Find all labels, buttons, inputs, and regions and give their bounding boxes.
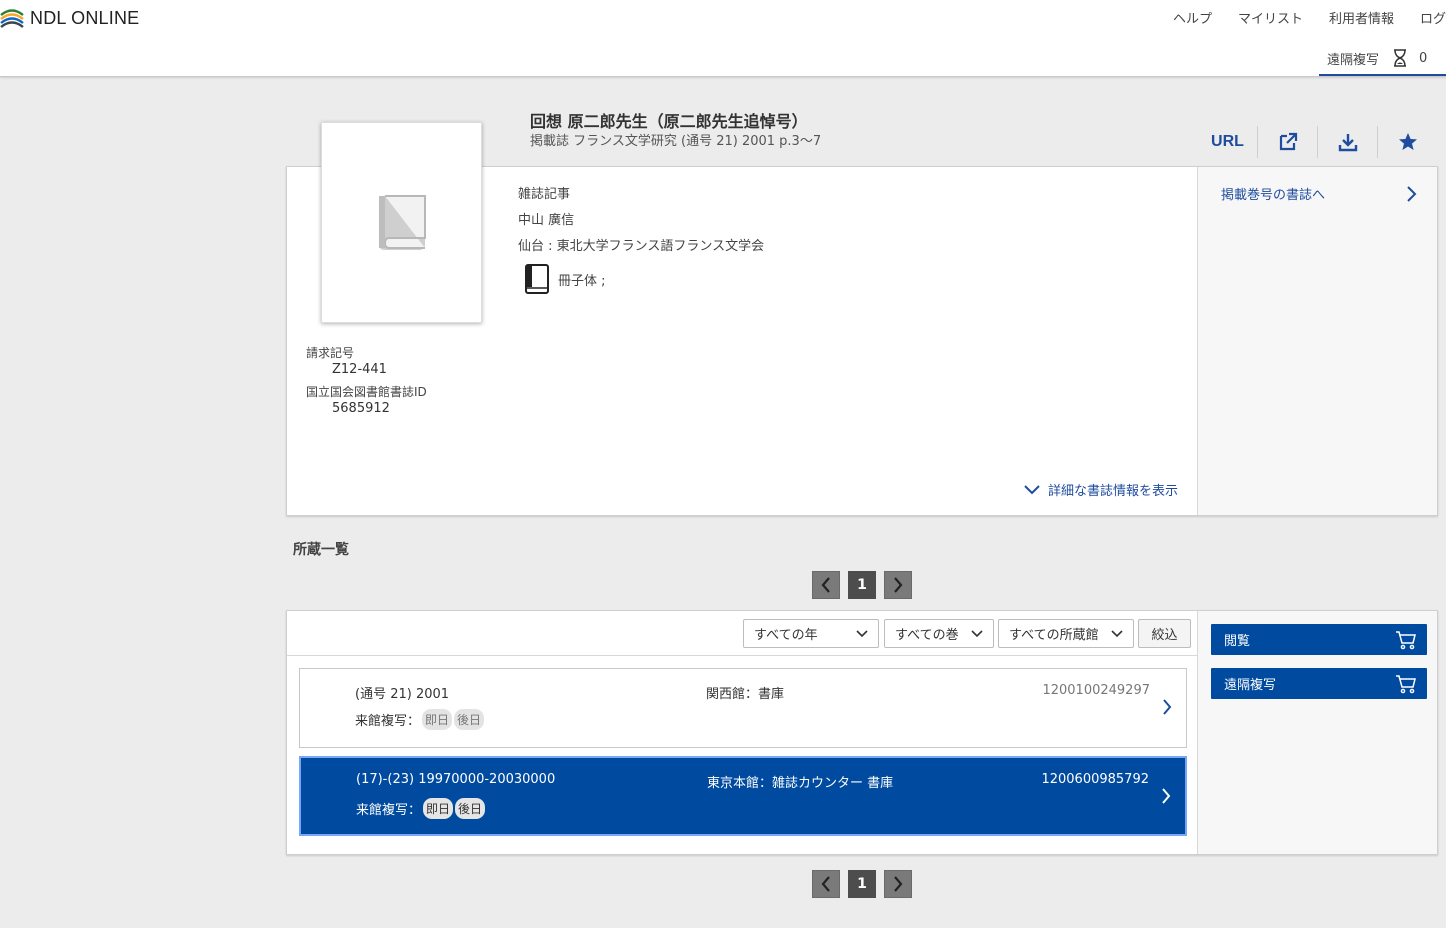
cart-icon xyxy=(1396,630,1416,649)
holding-row[interactable]: (通号 21) 2001 関西館：書庫 1200100249297 来館複写： … xyxy=(299,668,1187,748)
external-link-button[interactable] xyxy=(1258,126,1318,158)
holding-barcode: 1200100249297 xyxy=(1042,683,1150,698)
item-publisher: 仙台 : 東北大学フランス語フランス文学会 xyxy=(518,239,765,254)
chevron-right-icon xyxy=(1162,788,1171,804)
pager-current-page[interactable]: 1 xyxy=(848,571,876,599)
download-button[interactable] xyxy=(1318,126,1378,158)
nav-mylist[interactable]: マイリスト xyxy=(1238,8,1303,27)
holdings-title: 所蔵一覧 xyxy=(293,542,349,558)
download-icon xyxy=(1338,134,1357,152)
volume-bib-link[interactable]: 掲載巻号の書誌へ xyxy=(1221,184,1417,203)
onsite-copy: 来館複写： 即日 後日 xyxy=(355,709,485,730)
holding-location: 関西館：書庫 xyxy=(706,687,785,702)
panel-side-column xyxy=(1198,167,1437,515)
chevron-right-icon xyxy=(894,577,903,593)
url-label: URL xyxy=(1211,133,1244,150)
pager-current-page[interactable]: 1 xyxy=(848,870,876,898)
tag-same-day: 即日 xyxy=(423,798,454,819)
onsite-copy-label: 来館複写： xyxy=(356,803,422,818)
remote-copy-tab[interactable]: 遠隔複写 0 xyxy=(1319,42,1446,76)
pager-top: 1 xyxy=(812,571,920,599)
action-toolbar: URL xyxy=(1198,126,1438,158)
chevron-down-icon xyxy=(971,629,983,637)
call-number-block: 請求記号 Z12-441 国立国会図書館書誌ID 5685912 xyxy=(306,344,427,422)
onsite-copy-label: 来館複写： xyxy=(355,714,421,729)
library-select[interactable]: すべての所蔵館 xyxy=(998,619,1134,648)
page-subtitle: 掲載誌 フランス文学研究 (通号 21) 2001 p.3〜7 xyxy=(530,134,822,149)
external-link-icon xyxy=(1279,132,1297,151)
nav-login[interactable]: ログ xyxy=(1420,8,1446,27)
chevron-right-icon xyxy=(894,876,903,892)
remote-copy-button[interactable]: 遠隔複写 xyxy=(1211,668,1427,699)
item-form-label: 冊子体 ; xyxy=(558,273,606,289)
cart-icon xyxy=(1396,674,1416,693)
pager-bottom: 1 xyxy=(812,870,920,898)
holding-location: 東京本館：雑誌カウンター 書庫 xyxy=(707,776,894,791)
show-detail-label: 詳細な書誌情報を表示 xyxy=(1048,484,1179,499)
pager-prev-button[interactable] xyxy=(812,571,840,599)
chevron-right-icon xyxy=(1407,185,1417,202)
volume-bib-label: 掲載巻号の書誌へ xyxy=(1221,188,1326,203)
call-number-label: 請求記号 xyxy=(306,346,355,360)
onsite-copy: 来館複写： 即日 後日 xyxy=(356,798,486,819)
holding-volume: (通号 21) 2001 xyxy=(355,687,450,702)
page-title: 回想 原二郎先生（原二郎先生追悼号） xyxy=(530,112,808,131)
logo[interactable]: NDL ONLINE xyxy=(0,6,139,30)
hourglass-icon xyxy=(1393,49,1407,67)
library-select-value: すべての所蔵館 xyxy=(1009,628,1099,643)
chevron-down-icon xyxy=(1111,629,1123,637)
nav-user-info[interactable]: 利用者情報 xyxy=(1329,8,1394,27)
header: NDL ONLINE ヘルプ マイリスト 利用者情報 ログ 遠隔複写 0 xyxy=(0,0,1446,77)
chevron-down-icon xyxy=(1024,484,1040,494)
holding-row-selected[interactable]: (17)-(23) 19970000-20030000 東京本館：雑誌カウンター… xyxy=(299,756,1187,836)
book-placeholder-icon xyxy=(378,194,426,250)
nav-help[interactable]: ヘルプ xyxy=(1173,8,1212,27)
tag-later: 後日 xyxy=(455,798,486,819)
volume-select-value: すべての巻 xyxy=(895,628,959,643)
top-nav: ヘルプ マイリスト 利用者情報 ログ xyxy=(1147,8,1446,27)
ndl-id-label: 国立国会図書館書誌ID xyxy=(306,385,427,399)
chevron-down-icon xyxy=(856,629,868,637)
holdings-panel: すべての年 すべての巻 すべての所蔵館 絞込 (通号 21) 2001 関西館：… xyxy=(286,610,1438,855)
year-select[interactable]: すべての年 xyxy=(743,619,879,648)
star-icon xyxy=(1399,133,1417,150)
call-number-value: Z12-441 xyxy=(332,362,387,377)
volume-select[interactable]: すべての巻 xyxy=(884,619,994,648)
holding-volume: (17)-(23) 19970000-20030000 xyxy=(356,772,556,787)
cover-thumbnail xyxy=(321,122,482,323)
remote-copy-count: 0 xyxy=(1419,50,1428,66)
chevron-right-icon xyxy=(1163,699,1172,715)
show-detail-link[interactable]: 詳細な書誌情報を表示 xyxy=(1024,480,1178,499)
remote-copy-label: 遠隔複写 xyxy=(1327,52,1380,68)
remote-copy-button-label: 遠隔複写 xyxy=(1224,678,1277,693)
holding-barcode: 1200600985792 xyxy=(1041,772,1149,787)
ndl-logo-icon xyxy=(0,9,24,28)
chevron-left-icon xyxy=(821,876,830,892)
logo-text: NDL ONLINE xyxy=(30,7,140,28)
chevron-left-icon xyxy=(821,577,830,593)
tag-later: 後日 xyxy=(454,709,485,730)
item-author: 中山 廣信 xyxy=(518,213,575,228)
pager-next-button[interactable] xyxy=(884,571,912,599)
url-button[interactable]: URL xyxy=(1198,126,1258,158)
item-type: 雑誌記事 xyxy=(518,187,571,202)
pager-next-button[interactable] xyxy=(884,870,912,898)
ndl-id-value: 5685912 xyxy=(332,401,390,416)
pager-prev-button[interactable] xyxy=(812,870,840,898)
tag-same-day: 即日 xyxy=(422,709,453,730)
favorite-button[interactable] xyxy=(1378,126,1438,158)
filter-apply-button[interactable]: 絞込 xyxy=(1138,619,1191,648)
view-button[interactable]: 閲覧 xyxy=(1211,624,1427,655)
filter-bar: すべての年 すべての巻 すべての所蔵館 絞込 xyxy=(287,611,1197,656)
booklet-icon xyxy=(525,264,549,294)
item-metadata: 雑誌記事 中山 廣信 仙台 : 東北大学フランス語フランス文学会 xyxy=(518,183,764,261)
year-select-value: すべての年 xyxy=(754,628,818,643)
item-form: 冊子体 ; xyxy=(524,264,606,294)
view-button-label: 閲覧 xyxy=(1224,634,1251,649)
